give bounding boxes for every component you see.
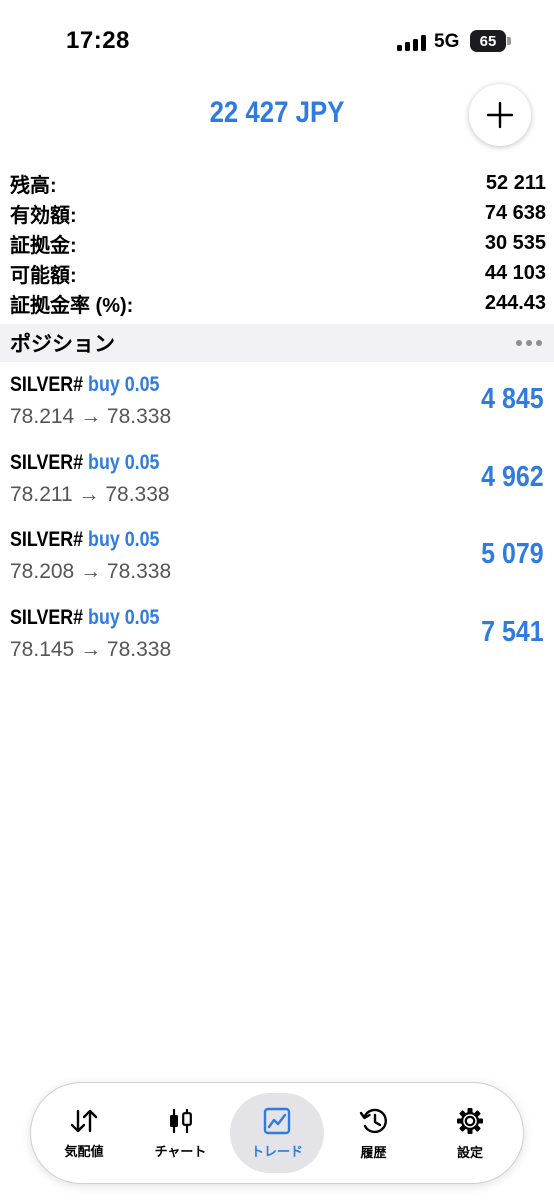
tab-label: チャート	[154, 1143, 207, 1159]
signal-icon	[397, 35, 427, 51]
position-side: buy 0.05	[88, 450, 160, 474]
status-time: 17:28	[66, 27, 130, 54]
summary-row-margin: 証拠金: 30 535	[10, 228, 546, 258]
trade-icon	[263, 1107, 291, 1134]
position-row[interactable]: SILVER# buy 0.05 78.208 → 78.338 5 079	[0, 520, 554, 598]
chart-icon	[169, 1108, 192, 1133]
summary-row-balance: 残高: 52 211	[10, 168, 546, 198]
position-row[interactable]: SILVER# buy 0.05 78.145 → 78.338 7 541	[0, 598, 554, 676]
position-symbol: SILVER#	[10, 528, 84, 551]
tab-quotes[interactable]: 気配値	[37, 1093, 131, 1173]
summary-value: 244.43	[484, 291, 546, 314]
tab-trade[interactable]: トレード	[230, 1093, 324, 1173]
position-profit: 5 079	[481, 538, 544, 570]
summary-label: 証拠金:	[10, 234, 77, 257]
account-summary: 残高: 52 211 有効額: 74 638 証拠金: 30 535 可能額: …	[10, 168, 546, 318]
summary-label: 有効額:	[10, 204, 77, 227]
more-icon[interactable]	[516, 340, 542, 346]
position-row[interactable]: SILVER# buy 0.05 78.214 → 78.338 4 845	[0, 365, 554, 443]
position-side: buy 0.05	[88, 528, 160, 551]
tab-label: 設定	[456, 1144, 483, 1160]
tab-label: 気配値	[64, 1143, 104, 1159]
tab-label: 履歴	[360, 1144, 387, 1160]
summary-row-equity: 有効額: 74 638	[10, 198, 546, 228]
tab-label: トレード	[250, 1143, 303, 1159]
position-side: buy 0.05	[88, 373, 160, 396]
position-profit: 7 541	[481, 615, 544, 648]
position-prices: 78.145 → 78.338	[10, 637, 172, 661]
position-prices: 78.214 → 78.338	[10, 405, 172, 428]
summary-value: 52 211	[485, 171, 546, 194]
quotes-icon	[70, 1109, 98, 1132]
positions-header: ポジション	[0, 324, 554, 362]
history-icon	[359, 1108, 387, 1133]
summary-label: 残高:	[10, 174, 57, 197]
position-profit: 4 845	[481, 383, 544, 415]
battery-level: 65	[479, 32, 497, 50]
position-prices: 78.208 → 78.338	[10, 560, 172, 583]
add-button[interactable]	[469, 84, 531, 146]
positions-list: SILVER# buy 0.05 78.214 → 78.338 4 845 S…	[0, 365, 554, 675]
position-symbol: SILVER#	[10, 373, 84, 396]
battery-icon: 65	[470, 30, 506, 52]
position-symbol: SILVER#	[10, 450, 84, 474]
summary-value: 30 535	[484, 231, 546, 254]
bottom-tab-bar: 気配値 チャート トレード 履歴 設定	[30, 1082, 524, 1184]
status-bar: 17:28 5G 65	[0, 0, 554, 80]
balance-title: 22 427 JPY	[209, 96, 345, 129]
tab-history[interactable]: 履歴	[327, 1093, 421, 1173]
summary-row-margin-level: 証拠金率 (%): 244.43	[10, 288, 546, 318]
network-label: 5G	[434, 31, 460, 52]
position-prices: 78.211 → 78.338	[10, 482, 170, 506]
plus-icon	[486, 101, 514, 129]
summary-value: 74 638	[484, 201, 546, 224]
summary-label: 可能額:	[10, 264, 77, 287]
tab-chart[interactable]: チャート	[134, 1093, 228, 1173]
summary-value: 44 103	[484, 261, 546, 284]
summary-row-free-margin: 可能額: 44 103	[10, 258, 546, 288]
settings-icon	[457, 1107, 483, 1134]
position-profit: 4 962	[481, 460, 544, 493]
position-symbol: SILVER#	[10, 605, 84, 629]
position-side: buy 0.05	[88, 605, 160, 629]
positions-title: ポジション	[10, 333, 115, 356]
battery-tip	[507, 37, 511, 45]
tab-settings[interactable]: 設定	[423, 1093, 517, 1173]
position-row[interactable]: SILVER# buy 0.05 78.211 → 78.338 4 962	[0, 443, 554, 521]
summary-label: 証拠金率 (%):	[10, 294, 134, 317]
